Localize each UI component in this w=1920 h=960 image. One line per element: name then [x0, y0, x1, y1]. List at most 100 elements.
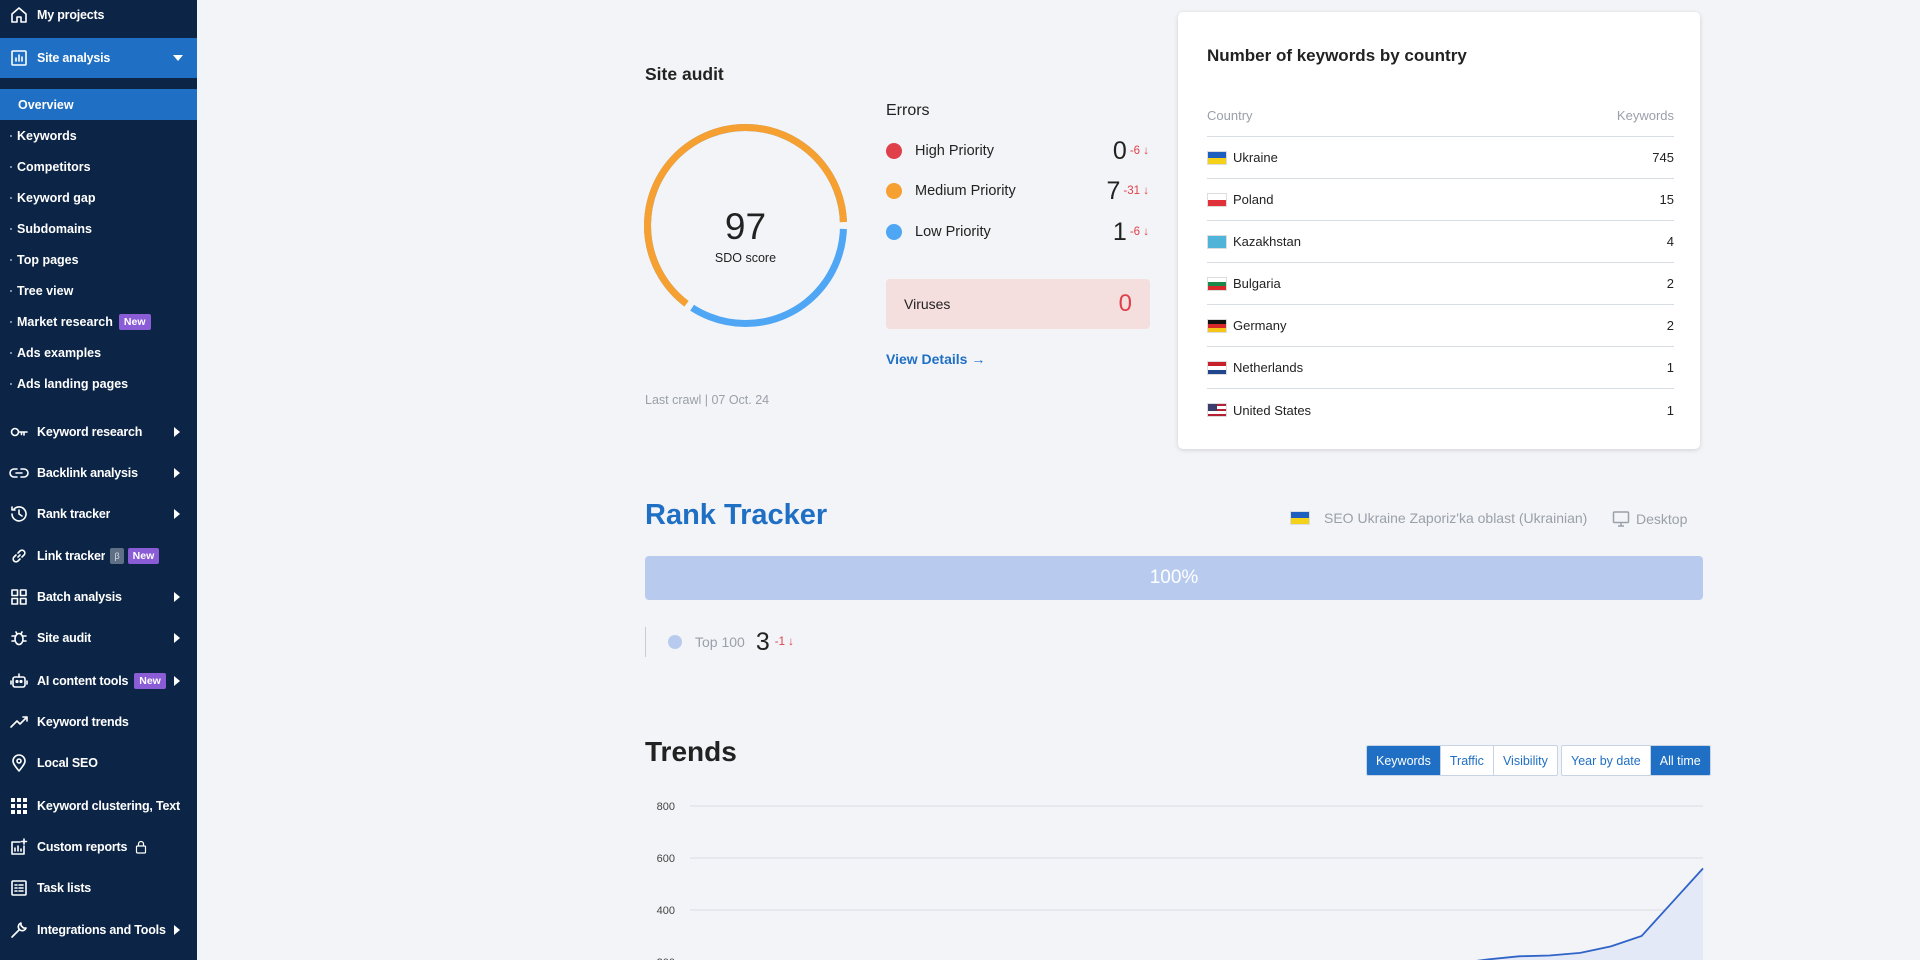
- error-row-low: Low Priority 1 -6 ↓: [886, 218, 1149, 246]
- sidebar-item-keyword-trends[interactable]: Keyword trends: [0, 702, 197, 742]
- error-name: Medium Priority: [915, 183, 1016, 199]
- top-100-dot: [668, 635, 682, 649]
- sidebar-item-label: Integrations and Tools: [37, 923, 166, 937]
- bullet-icon: [10, 351, 12, 354]
- site-audit-title: Site audit: [645, 64, 724, 84]
- trends-title: Trends: [645, 736, 737, 767]
- sidebar-item-keyword-research[interactable]: Keyword research: [0, 412, 197, 452]
- keyword-count: 2: [1666, 276, 1674, 291]
- sidebar-item-my-projects[interactable]: My projects: [0, 0, 197, 35]
- chain-icon: [8, 545, 30, 567]
- high-priority-dot: [886, 143, 902, 159]
- home-icon: [8, 4, 30, 26]
- sidebar-item-site-analysis[interactable]: Site analysis: [0, 38, 197, 78]
- country-name: Bulgaria: [1233, 276, 1281, 291]
- sidebar-subitem-competitors[interactable]: Competitors: [0, 151, 197, 182]
- sidebar-item-site-audit[interactable]: Site audit: [0, 618, 197, 658]
- error-count: 0: [1112, 136, 1127, 165]
- sidebar-item-backlink-analysis[interactable]: Backlink analysis: [0, 453, 197, 493]
- country-name: Germany: [1233, 318, 1287, 333]
- top-100-label: Top 100: [695, 634, 745, 650]
- bullet-icon: [10, 382, 12, 385]
- sidebar-subitem-ads-examples[interactable]: Ads examples: [0, 337, 197, 368]
- sidebar-item-keyword-clustering[interactable]: Keyword clustering, Text a...: [0, 786, 197, 826]
- error-count: 7: [1106, 176, 1121, 205]
- period-all-time[interactable]: All time: [1649, 746, 1710, 775]
- table-row: Kazakhstan 4: [1207, 221, 1674, 263]
- ukraine-flag-icon: [1290, 511, 1310, 525]
- sidebar-subitem-keywords[interactable]: Keywords: [0, 120, 197, 151]
- chevron-down-icon: [173, 55, 183, 61]
- sidebar-subitem-label: Subdomains: [17, 221, 93, 236]
- sidebar-item-local-seo[interactable]: Local SEO: [0, 743, 197, 783]
- link-icon: [8, 462, 30, 484]
- error-row-medium: Medium Priority 7 -31 ↓: [886, 177, 1149, 205]
- sidebar-item-rank-tracker[interactable]: Rank tracker: [0, 494, 197, 534]
- error-count: 1: [1112, 217, 1127, 246]
- sidebar-subitem-tree-view[interactable]: Tree view: [0, 275, 197, 306]
- chevron-right-icon: [174, 592, 180, 602]
- bug-icon: [8, 627, 30, 649]
- sidebar-subitem-ads-landing-pages[interactable]: Ads landing pages: [0, 368, 197, 399]
- wrench-icon: [8, 919, 30, 941]
- sidebar-item-ai-content-tools[interactable]: AI content tools New: [0, 661, 197, 701]
- arrow-down-icon: ↓: [784, 636, 794, 648]
- table-row: Poland 15: [1207, 179, 1674, 221]
- tab-visibility[interactable]: Visibility: [1492, 746, 1557, 775]
- pin-icon: [8, 752, 30, 774]
- arrow-down-icon: ↓: [1140, 226, 1149, 238]
- period-year-by-date[interactable]: Year by date: [1562, 746, 1650, 775]
- sidebar-item-link-tracker[interactable]: Link tracker β New: [0, 536, 197, 576]
- last-crawl-date: Last crawl | 07 Oct. 24: [645, 393, 770, 407]
- robot-icon: [8, 670, 30, 692]
- sdo-score-label: SDO score: [714, 251, 777, 265]
- bullet-icon: [10, 165, 12, 168]
- y-tick-label: 800: [657, 801, 675, 813]
- country-name: Ukraine: [1233, 150, 1278, 165]
- sidebar-item-integrations[interactable]: Integrations and Tools: [0, 910, 197, 950]
- chevron-right-icon: [174, 427, 180, 437]
- trend-period-tabs: Year by date All time: [1561, 745, 1711, 776]
- sidebar-subitem-overview[interactable]: Overview: [0, 89, 197, 120]
- low-priority-dot: [886, 224, 902, 240]
- sidebar-subitem-top-pages[interactable]: Top pages: [0, 244, 197, 275]
- chart-icon: [8, 47, 30, 69]
- sidebar-item-label: Keyword research: [37, 425, 143, 439]
- sidebar-subitem-keyword-gap[interactable]: Keyword gap: [0, 182, 197, 213]
- errors-title: Errors: [886, 102, 930, 119]
- error-row-high: High Priority 0 -6 ↓: [886, 137, 1149, 165]
- table-row: Germany 2: [1207, 305, 1674, 347]
- sidebar-item-label: Rank tracker: [37, 507, 111, 521]
- sidebar-item-batch-analysis[interactable]: Batch analysis: [0, 577, 197, 617]
- rank-tracker-region[interactable]: SEO Ukraine Zaporiz'ka oblast (Ukrainian…: [1290, 510, 1587, 526]
- sidebar-item-label: Site analysis: [37, 51, 111, 65]
- key-icon: [8, 421, 30, 443]
- device-label: Desktop: [1636, 511, 1688, 527]
- sidebar-item-task-lists[interactable]: Task lists: [0, 868, 197, 908]
- viruses-count: 0: [1118, 290, 1132, 317]
- checklist-icon: [8, 877, 30, 899]
- sidebar-item-label: Backlink analysis: [37, 466, 138, 480]
- rank-tracker-title[interactable]: Rank Tracker: [645, 499, 827, 532]
- tab-keywords[interactable]: Keywords: [1367, 746, 1440, 775]
- sidebar-subitem-market-research[interactable]: Market research New: [0, 306, 197, 337]
- sidebar-subitem-label: Ads examples: [17, 345, 102, 360]
- error-delta: -6 ↓: [1129, 145, 1149, 157]
- rank-tracker-device[interactable]: Desktop: [1612, 510, 1687, 528]
- country-name: Netherlands: [1233, 360, 1304, 375]
- apps-icon: [8, 795, 30, 817]
- chevron-right-icon: [174, 509, 180, 519]
- sidebar-subitem-label: Market research: [17, 314, 113, 329]
- chevron-right-icon: [174, 468, 180, 478]
- table-row: Netherlands 1: [1207, 347, 1674, 389]
- error-name: High Priority: [915, 143, 994, 159]
- tab-traffic[interactable]: Traffic: [1439, 746, 1493, 775]
- view-details-link[interactable]: View Details →: [886, 351, 985, 367]
- sidebar-subitem-subdomains[interactable]: Subdomains: [0, 213, 197, 244]
- country-name: United States: [1233, 402, 1312, 418]
- bullet-icon: [10, 196, 12, 199]
- sidebar-item-custom-reports[interactable]: Custom reports: [0, 827, 197, 867]
- country-name: Kazakhstan: [1233, 234, 1301, 249]
- sidebar-subitem-label: Keywords: [17, 128, 77, 143]
- bulgaria-flag-icon: [1207, 276, 1227, 291]
